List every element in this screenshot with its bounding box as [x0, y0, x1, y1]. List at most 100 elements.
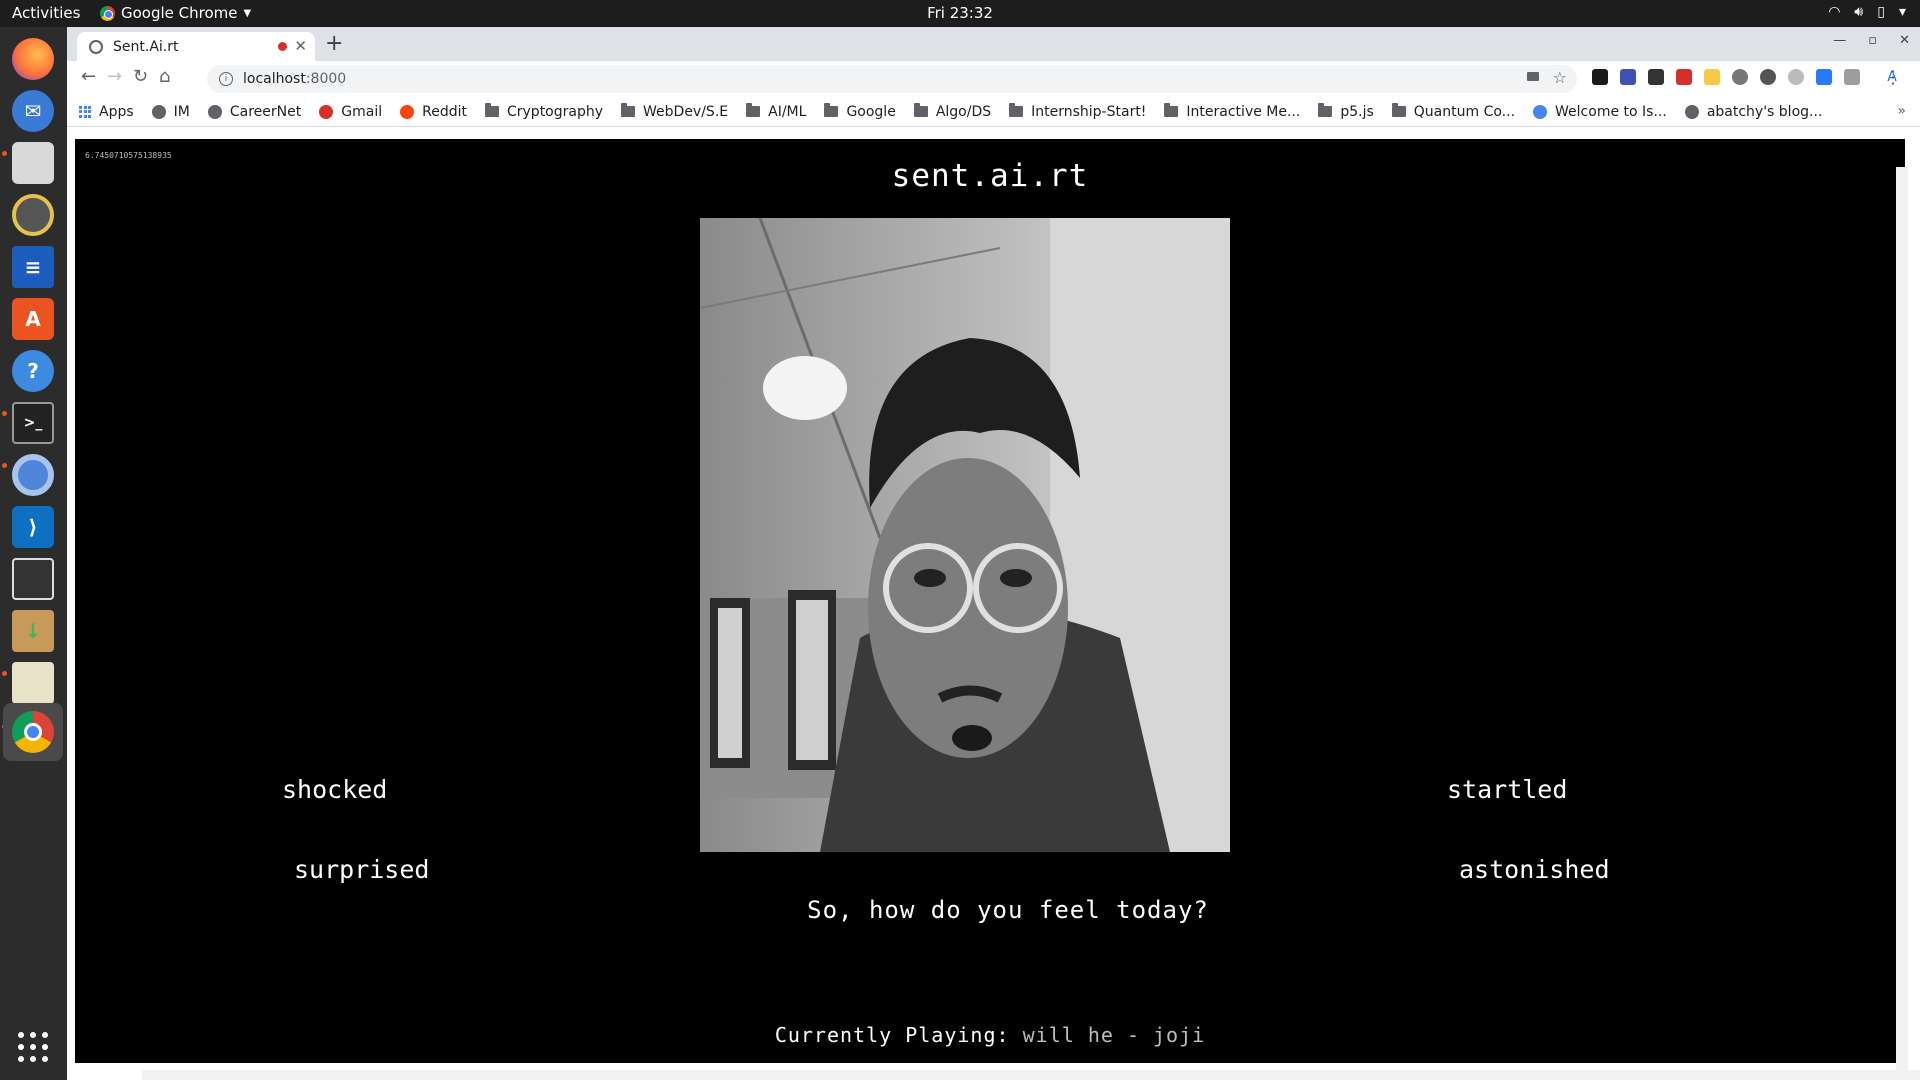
- clock[interactable]: Fri 23:32: [927, 4, 993, 22]
- thunderbird-launcher[interactable]: ✉: [9, 87, 57, 135]
- reload-button[interactable]: ↻: [133, 66, 148, 87]
- chrome-launcher[interactable]: [3, 703, 63, 761]
- horizontal-scrollbar[interactable]: [142, 1070, 1920, 1080]
- bookmark-item[interactable]: p5.js: [1318, 103, 1374, 120]
- extension-icon[interactable]: [1788, 69, 1804, 85]
- ubuntu-dock: ✉ ≡ A ? >_ ⟩ ↓: [0, 27, 67, 1080]
- bulb-icon: [1533, 104, 1548, 119]
- minimize-button[interactable]: —: [1833, 33, 1846, 48]
- bookmark-item[interactable]: IM: [151, 104, 190, 120]
- page-content: 6.7450710575138935 sent.ai.rt shocked su…: [75, 139, 1905, 1063]
- help-launcher[interactable]: ?: [9, 347, 57, 395]
- firefox-launcher[interactable]: [9, 35, 57, 83]
- new-tab-button[interactable]: +: [325, 31, 343, 56]
- site-icon: [207, 104, 222, 119]
- extension-icon[interactable]: [1760, 69, 1776, 85]
- show-applications-button[interactable]: [9, 1023, 57, 1071]
- bookmark-item[interactable]: Reddit: [400, 104, 467, 120]
- vertical-scrollbar[interactable]: [1896, 167, 1908, 1077]
- archive-launcher[interactable]: ↓: [9, 607, 57, 655]
- site-icon: [1684, 104, 1699, 119]
- bookmark-item[interactable]: Interactive Me...: [1164, 103, 1300, 120]
- webcam-feed: [700, 218, 1230, 852]
- writer-icon: ≡: [12, 246, 54, 288]
- video-editor-launcher[interactable]: [9, 555, 57, 603]
- extension-icon[interactable]: [1816, 69, 1832, 85]
- power-menu-icon: ▾: [1898, 4, 1906, 20]
- bookmark-item[interactable]: AI/ML: [746, 103, 806, 120]
- files-icon: [12, 142, 54, 184]
- gnome-top-bar: Activities Google Chrome ▼ Fri 23:32 ◠ 🔊…: [0, 0, 1920, 27]
- address-bar[interactable]: i localhost:8000 ☆: [207, 65, 1577, 93]
- emotion-label-astonished: astonished: [1459, 855, 1610, 884]
- bookmark-label: Cryptography: [506, 103, 604, 120]
- app-menu[interactable]: Google Chrome ▼: [100, 4, 251, 22]
- back-button[interactable]: ←: [81, 66, 96, 87]
- activities-button[interactable]: Activities: [12, 4, 80, 22]
- writer-launcher[interactable]: ≡: [9, 243, 57, 291]
- bookmark-item[interactable]: WebDev/S.E: [621, 103, 729, 120]
- extension-icon[interactable]: [1592, 69, 1608, 85]
- bookmark-label: WebDev/S.E: [643, 103, 729, 120]
- extension-icon[interactable]: [1844, 69, 1860, 85]
- bookmark-label: abatchy's blog...: [1706, 103, 1823, 120]
- camera-in-use-icon[interactable]: [1527, 72, 1539, 81]
- forward-button[interactable]: →: [107, 66, 122, 87]
- software-launcher[interactable]: A: [9, 295, 57, 343]
- bookmark-item[interactable]: Cryptography: [484, 103, 604, 120]
- maximize-button[interactable]: ▫: [1868, 33, 1877, 48]
- bookmark-label: Google: [846, 103, 896, 120]
- extension-icon[interactable]: [1648, 69, 1664, 85]
- running-indicator: [2, 463, 7, 468]
- site-info-icon[interactable]: i: [219, 72, 233, 86]
- window-controls: — ▫ ✕: [1833, 33, 1910, 48]
- bookmark-item[interactable]: Internship-Start!: [1009, 103, 1147, 120]
- running-indicator: [2, 671, 7, 676]
- chrome-menu-icon[interactable]: ⋮: [1884, 67, 1902, 88]
- bookmark-item[interactable]: CareerNet: [207, 104, 301, 120]
- chromium-launcher[interactable]: [9, 451, 57, 499]
- folder-icon: [1164, 103, 1179, 117]
- thunderbird-icon: ✉: [12, 90, 54, 132]
- gmail-icon: [319, 104, 334, 119]
- now-playing: Currently Playing: will he - joji: [75, 1023, 1905, 1047]
- bookmark-item[interactable]: Algo/DS: [913, 103, 991, 120]
- extension-icon[interactable]: [1676, 69, 1692, 85]
- rhythmbox-launcher[interactable]: [9, 191, 57, 239]
- bookmark-star-icon[interactable]: ☆: [1553, 68, 1567, 87]
- bookmark-item[interactable]: Quantum Co...: [1391, 103, 1516, 120]
- reddit-icon: [400, 104, 415, 119]
- bookmark-item[interactable]: Gmail: [319, 104, 382, 120]
- bookmark-item[interactable]: Apps: [79, 104, 134, 120]
- bookmarks-overflow-icon[interactable]: »: [1897, 103, 1906, 119]
- bookmark-label: Quantum Co...: [1413, 103, 1516, 120]
- folder-icon: [621, 103, 636, 117]
- extension-icon[interactable]: [1704, 69, 1720, 85]
- now-playing-label: Currently Playing:: [774, 1023, 1010, 1047]
- folder-icon: [1009, 103, 1024, 117]
- tab-sentairt[interactable]: Sent.Ai.rt ✕: [77, 32, 315, 61]
- bookmark-item[interactable]: Google: [824, 103, 896, 120]
- extension-icon[interactable]: [1732, 69, 1748, 85]
- bookmark-item[interactable]: abatchy's blog...: [1684, 103, 1823, 120]
- emotion-label-shocked: shocked: [282, 775, 388, 804]
- chrome-window: Sent.Ai.rt ✕ + — ▫ ✕ ← → ↻ ⌂ i localhost…: [67, 27, 1920, 1080]
- image-viewer-launcher[interactable]: [9, 659, 57, 707]
- vscode-launcher[interactable]: ⟩: [9, 503, 57, 551]
- webcam-frame-image: [700, 218, 1230, 852]
- bookmark-label: Internship-Start!: [1031, 103, 1147, 120]
- home-button[interactable]: ⌂: [159, 66, 170, 87]
- extensions-row: A: [1592, 69, 1900, 85]
- close-window-button[interactable]: ✕: [1899, 33, 1910, 48]
- vscode-icon: ⟩: [12, 506, 54, 548]
- app-grid-icon: [18, 1032, 48, 1062]
- terminal-launcher[interactable]: >_: [9, 399, 57, 447]
- system-tray[interactable]: ◠ 🔊︎ ▯ ▾: [1828, 4, 1906, 20]
- terminal-icon: >_: [12, 402, 54, 444]
- bookmark-item[interactable]: Welcome to Is...: [1533, 104, 1667, 120]
- browser-toolbar: ← → ↻ ⌂ i localhost:8000 ☆ A ⋮: [67, 61, 1920, 97]
- extension-icon[interactable]: [1620, 69, 1636, 85]
- close-tab-icon[interactable]: ✕: [294, 37, 307, 55]
- files-launcher[interactable]: [9, 139, 57, 187]
- clapperboard-icon: [12, 558, 54, 600]
